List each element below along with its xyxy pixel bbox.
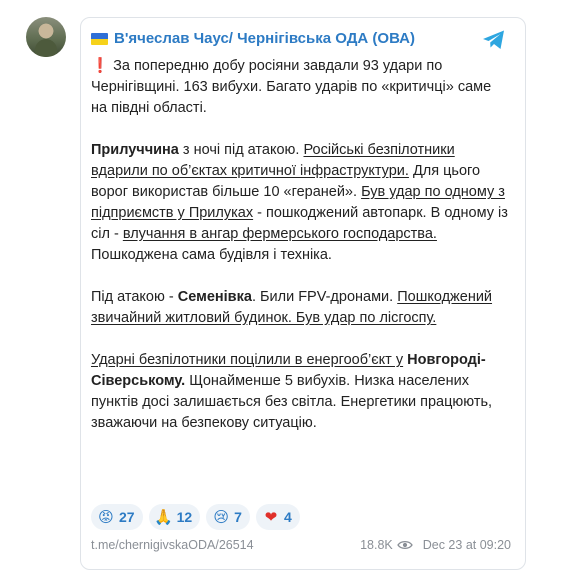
heart-icon: ❤: [264, 508, 278, 526]
reaction-count: 27: [119, 509, 135, 525]
paragraph-pryluky: Прилуччина з ночі під атакою. Російські …: [91, 140, 511, 266]
exclamation-icon: ❗: [91, 58, 110, 74]
link-energy-object[interactable]: Ударні безпілотники поцілили в енергооб’…: [91, 352, 403, 368]
post-card: В'ячеслав Чаус/ Чернігівська ОДА (ОВА) ❗…: [80, 17, 526, 570]
reactions-bar: 😡 27 🙏 12 😢 7 ❤ 4: [91, 504, 300, 530]
views-counter: 18.8K: [360, 538, 413, 552]
post-text: ❗ За попередню добу росіяни завдали 93 у…: [91, 56, 511, 434]
reaction-angry[interactable]: 😡 27: [91, 504, 143, 530]
summary-text: За попередню добу росіяни завдали 93 уда…: [91, 58, 492, 116]
channel-name-link[interactable]: В'ячеслав Чаус/ Чернігівська ОДА (ОВА): [114, 30, 415, 47]
post-date[interactable]: Dec 23 at 09:20: [423, 538, 511, 552]
post-permalink[interactable]: t.me/chernigivskaODA/26514: [91, 538, 254, 552]
paragraph-summary: ❗ За попередню добу росіяни завдали 93 у…: [91, 56, 511, 119]
reaction-cry[interactable]: 😢 7: [206, 504, 250, 530]
text-fragment: . Били FPV-дронами.: [251, 289, 398, 305]
paragraph-novgorod: Ударні безпілотники поцілили в енергооб’…: [91, 350, 511, 434]
text-fragment: з ночі під атакою.: [178, 142, 304, 158]
reaction-pray[interactable]: 🙏 12: [148, 504, 201, 530]
crying-face-icon: 😢: [213, 508, 229, 526]
eye-icon: [396, 540, 413, 550]
channel-avatar[interactable]: [26, 17, 66, 57]
telegram-icon[interactable]: [481, 28, 507, 52]
praying-hands-icon: 🙏: [154, 508, 173, 526]
paragraph-semenivka: Під атакою - Семенівка. Били FPV-дронами…: [91, 287, 511, 329]
link-hangar[interactable]: влучання в ангар фермерського господарст…: [123, 226, 437, 242]
region-semenivka: Семенівка: [177, 289, 252, 305]
angry-face-icon: 😡: [98, 508, 114, 526]
text-fragment: Під атакою -: [91, 289, 178, 305]
ukraine-flag-icon: [91, 32, 108, 45]
reaction-count: 7: [234, 509, 242, 525]
reaction-count: 12: [176, 509, 193, 525]
text-fragment: Пошкоджена сама будівля і техніка.: [91, 247, 332, 263]
region-pryluky: Прилуччина: [91, 142, 179, 158]
reaction-heart[interactable]: ❤ 4: [255, 504, 300, 530]
reaction-count: 4: [283, 509, 292, 525]
views-count: 18.8K: [360, 538, 393, 552]
post-footer: t.me/chernigivskaODA/26514 18.8K Dec 23 …: [91, 538, 511, 552]
post-header: В'ячеслав Чаус/ Чернігівська ОДА (ОВА): [91, 30, 415, 47]
